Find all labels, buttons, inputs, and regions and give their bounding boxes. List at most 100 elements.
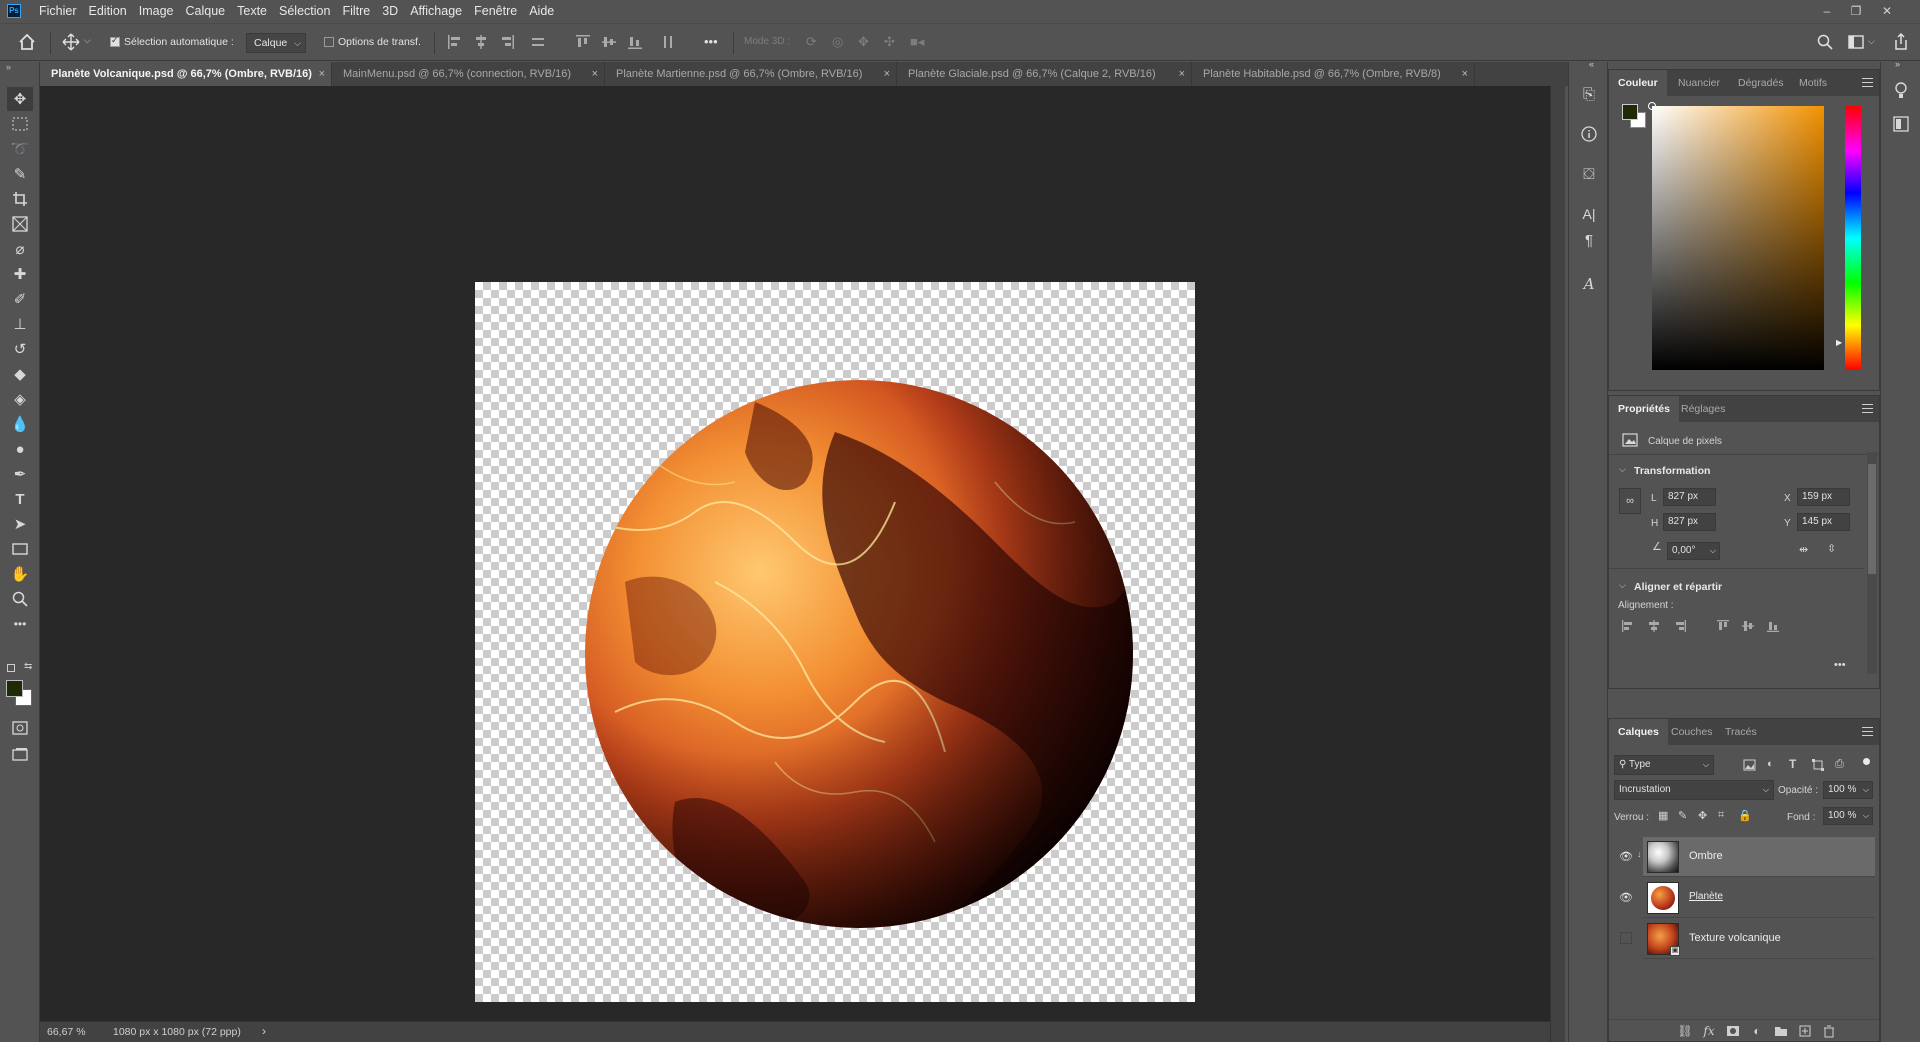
menu-texte[interactable]: Texte bbox=[231, 0, 273, 22]
adjustments-icon[interactable] bbox=[1889, 112, 1913, 136]
path-selection-tool-button[interactable]: ➤ bbox=[7, 512, 33, 536]
filter-type-icon[interactable]: T bbox=[1789, 757, 1796, 771]
tool-preset-chevron-down-icon[interactable]: ⌵ bbox=[84, 35, 91, 46]
close-tab-icon[interactable]: × bbox=[884, 62, 890, 86]
healing-brush-tool-button[interactable]: ✚ bbox=[7, 262, 33, 286]
foreground-color-swatch[interactable] bbox=[6, 680, 23, 697]
pen-tool-button[interactable]: ✒ bbox=[7, 462, 33, 486]
camera-3d-icon[interactable]: ■◂ bbox=[910, 34, 924, 50]
foreground-color-chip[interactable] bbox=[1622, 104, 1638, 120]
minimize-button[interactable]: – bbox=[1816, 2, 1838, 20]
workspace-chevron-down-icon[interactable]: ⌵ bbox=[1868, 36, 1875, 47]
align-right-edges-icon[interactable] bbox=[499, 34, 515, 53]
height-field[interactable]: 827 px bbox=[1663, 513, 1716, 531]
tab-calques[interactable]: Calques bbox=[1609, 719, 1668, 745]
menu-filtre[interactable]: Filtre bbox=[336, 0, 376, 22]
properties-scrollbar[interactable] bbox=[1867, 452, 1877, 674]
learn-icon[interactable] bbox=[1889, 79, 1913, 103]
glyphs-panel-icon[interactable]: A bbox=[1577, 272, 1601, 296]
tab-planete-martienne[interactable]: Planète Martienne.psd @ 66,7% (Ombre, RV… bbox=[605, 62, 897, 86]
menu-fichier[interactable]: Fichier bbox=[33, 0, 83, 22]
eye-icon[interactable]: 👁 bbox=[1617, 850, 1635, 864]
align-more-button[interactable]: ••• bbox=[1834, 659, 1846, 671]
width-field[interactable]: 827 px bbox=[1663, 488, 1716, 506]
link-layers-icon[interactable]: ⛓ bbox=[1677, 1023, 1693, 1039]
quick-selection-tool-button[interactable]: ✎ bbox=[7, 162, 33, 186]
new-layer-icon[interactable] bbox=[1797, 1023, 1813, 1039]
align-top-edges-icon[interactable] bbox=[575, 34, 591, 53]
layer-name[interactable]: Texture volcanique bbox=[1689, 932, 1781, 944]
new-adjustment-layer-icon[interactable]: ◐ bbox=[1749, 1023, 1765, 1039]
filter-smart-object-icon[interactable]: ⎙ bbox=[1835, 758, 1844, 771]
eyedropper-tool-button[interactable]: ⌀ bbox=[7, 237, 33, 261]
paint-bucket-tool-button[interactable]: ◈ bbox=[7, 387, 33, 411]
type-tool-button[interactable]: T bbox=[7, 487, 33, 511]
lock-artboard-icon[interactable]: ⌗ bbox=[1718, 809, 1724, 822]
clone-stamp-tool-button[interactable]: ⊥ bbox=[7, 312, 33, 336]
close-tab-icon[interactable]: × bbox=[1179, 62, 1185, 86]
expand-icon[interactable]: » bbox=[1895, 59, 1900, 69]
character-panel-icon[interactable]: A| bbox=[1577, 202, 1601, 226]
tab-couches[interactable]: Couches bbox=[1662, 719, 1721, 745]
align-top-icon[interactable] bbox=[1716, 619, 1730, 636]
filter-shape-icon[interactable] bbox=[1812, 759, 1824, 774]
opacity-field[interactable]: 100 % ⌵ bbox=[1823, 781, 1873, 799]
default-colors-icon[interactable] bbox=[7, 664, 15, 672]
tab-planete-habitable[interactable]: Planète Habitable.psd @ 66,7% (Ombre, RV… bbox=[1192, 62, 1475, 86]
swap-colors-icon[interactable]: ⇆ bbox=[24, 661, 32, 672]
blur-tool-button[interactable]: 💧 bbox=[7, 412, 33, 436]
edit-toolbar-button[interactable]: ••• bbox=[7, 612, 33, 636]
close-window-button[interactable]: ✕ bbox=[1876, 2, 1898, 20]
collapse-icon[interactable]: « bbox=[1589, 59, 1594, 69]
flip-horizontal-icon[interactable]: ⇹ bbox=[1799, 543, 1808, 556]
new-group-icon[interactable] bbox=[1773, 1023, 1789, 1039]
canvas-area[interactable] bbox=[40, 86, 1550, 1021]
menu-affichage[interactable]: Affichage bbox=[404, 0, 468, 22]
lock-transparent-pixels-icon[interactable]: ▦ bbox=[1658, 809, 1668, 822]
layer-filter-dropdown[interactable]: ⚲ Type ⌵ bbox=[1614, 755, 1714, 775]
brush-tool-button[interactable]: ✐ bbox=[7, 287, 33, 311]
align-center-icon[interactable] bbox=[1647, 619, 1661, 636]
align-chevron-icon[interactable]: ⌵ bbox=[1619, 580, 1626, 591]
crop-tool-button[interactable] bbox=[7, 187, 33, 211]
hidden-eye-icon[interactable] bbox=[1620, 932, 1632, 944]
lasso-tool-button[interactable]: ➰ bbox=[7, 137, 33, 161]
layer-row-texture-volcanique[interactable]: ▣ Texture volcanique bbox=[1609, 919, 1879, 959]
align-bottom-edges-icon[interactable] bbox=[627, 34, 643, 53]
tab-reglages[interactable]: Réglages bbox=[1672, 396, 1734, 422]
align-right-icon[interactable] bbox=[1673, 619, 1687, 636]
flip-vertical-icon[interactable]: ⇳ bbox=[1827, 542, 1836, 555]
tab-degrades[interactable]: Dégradés bbox=[1729, 70, 1793, 96]
share-icon[interactable] bbox=[1893, 32, 1909, 54]
restore-button[interactable]: ❐ bbox=[1845, 2, 1867, 20]
eye-icon[interactable]: 👁 bbox=[1617, 891, 1635, 905]
layer-name[interactable]: Ombre bbox=[1689, 850, 1723, 862]
color-picker-marker[interactable] bbox=[1648, 102, 1656, 110]
filter-pixel-icon[interactable] bbox=[1743, 759, 1756, 774]
hue-slider-marker-icon[interactable]: ▶ bbox=[1836, 338, 1842, 347]
align-section-title[interactable]: Aligner et répartir bbox=[1634, 581, 1722, 593]
align-vertical-centers-icon[interactable] bbox=[601, 34, 617, 53]
more-options-button[interactable]: ••• bbox=[704, 34, 718, 49]
tab-proprietes[interactable]: Propriétés bbox=[1609, 396, 1679, 422]
properties-panel-menu-icon[interactable] bbox=[1862, 403, 1873, 413]
layer-planete[interactable]: Planète bbox=[1643, 878, 1875, 918]
auto-select-target-dropdown[interactable]: Calque ⌵ bbox=[246, 33, 306, 53]
tab-motifs[interactable]: Motifs bbox=[1790, 70, 1836, 96]
zoom-tool-button[interactable] bbox=[7, 587, 33, 611]
x-field[interactable]: 159 px bbox=[1797, 488, 1850, 506]
menu-calque[interactable]: Calque bbox=[180, 0, 232, 22]
info-panel-icon[interactable] bbox=[1577, 122, 1601, 146]
distribute-horizontal-icon[interactable] bbox=[660, 34, 676, 53]
lock-all-icon[interactable]: 🔒 bbox=[1738, 809, 1752, 822]
status-menu-arrow[interactable]: › bbox=[262, 1024, 266, 1038]
opacity-chevron-down-icon[interactable]: ⌵ bbox=[1863, 782, 1869, 798]
transform-controls-checkbox[interactable] bbox=[324, 37, 334, 47]
toolbar-collapse-icon[interactable]: » bbox=[6, 62, 11, 72]
rectangle-tool-button[interactable] bbox=[7, 537, 33, 561]
libraries-panel-icon[interactable]: ⛋ bbox=[1577, 162, 1601, 186]
close-tab-icon[interactable]: × bbox=[319, 62, 325, 86]
transform-section-title[interactable]: Transformation bbox=[1634, 465, 1710, 477]
tab-planete-glaciale[interactable]: Planète Glaciale.psd @ 66,7% (Calque 2, … bbox=[897, 62, 1192, 86]
workspace-icon[interactable] bbox=[1848, 34, 1864, 53]
